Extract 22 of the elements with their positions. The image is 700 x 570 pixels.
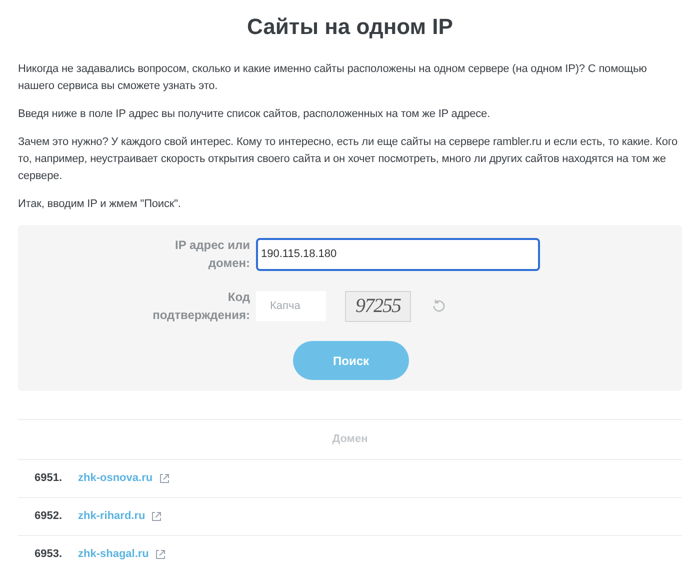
external-link-icon[interactable] xyxy=(154,549,166,560)
ip-input-field[interactable]: 190.115.18.180 xyxy=(256,238,540,270)
search-button[interactable]: Поиск xyxy=(293,341,409,380)
refresh-icon[interactable] xyxy=(431,298,447,314)
field-label: IP адрес или домен: xyxy=(174,237,250,272)
field-label: Код подтверждения: xyxy=(152,289,250,324)
captcha-image: 97255 xyxy=(345,290,411,322)
domain-link[interactable]: zhk-shagal.ru xyxy=(78,546,149,563)
row-number: 6951. xyxy=(33,471,62,486)
paragraph: Введя ниже в поле IP адрес вы получите список сайтов, расположенных на том же IP адресе. xyxy=(18,107,492,122)
column-header: Домен xyxy=(332,432,368,448)
paragraph: Итак, вводим IP и жмем "Поиск". xyxy=(18,197,182,212)
captcha-input-field[interactable]: Капча xyxy=(256,291,326,321)
external-link-icon[interactable] xyxy=(158,473,170,484)
domain-link[interactable]: zhk-osnova.ru xyxy=(78,470,153,487)
external-link-icon[interactable] xyxy=(151,511,162,522)
row-number: 6952. xyxy=(33,509,62,524)
row-number: 6953. xyxy=(33,547,62,562)
paragraph: Никогда не задавались вопросом, сколько и какие именно сайты расположены на одном сервере (на одном IP)? С помощью нашего сервиса вы сможете узнать это. xyxy=(18,62,648,94)
paragraph: Зачем это нужно? У каждого свой интерес. Кому то интересно, есть ли еще сайты на сервере rambler.ru и если есть, то какие. Кого то, например, неустраивает скорость открытия своего сайта и он хочет посмотреть, много ли других сайтов находятся на том же сервере. xyxy=(18,135,679,184)
domain-link[interactable]: zhk-rihard.ru xyxy=(78,508,146,525)
page-title: Сайты на одном IP xyxy=(246,13,454,41)
